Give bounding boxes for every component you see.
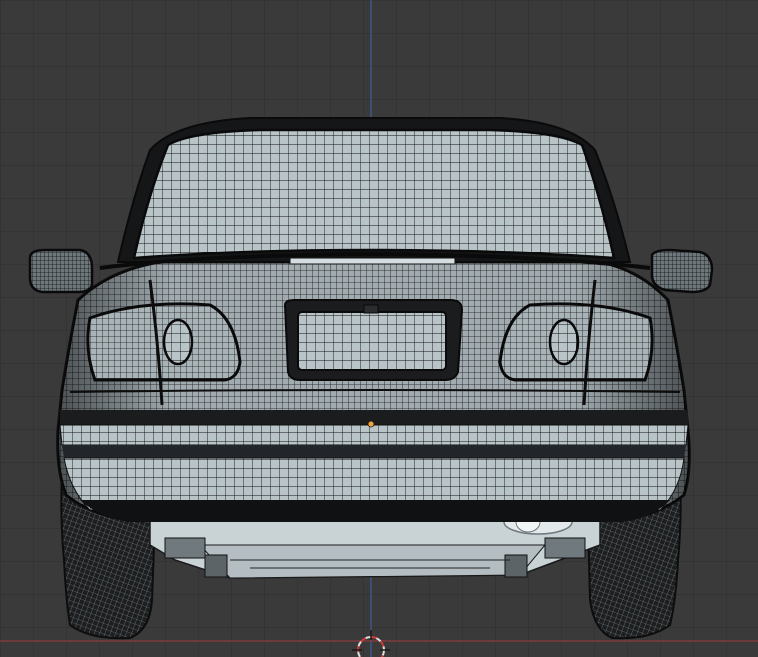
rear-bumper[interactable] (59, 410, 689, 522)
3d-viewport[interactable] (0, 0, 758, 657)
right-tail-light[interactable] (498, 302, 654, 382)
object-origin-icon[interactable] (367, 420, 375, 428)
left-tail-light[interactable] (86, 302, 242, 382)
license-plate-recess[interactable] (283, 299, 464, 381)
left-side-mirror[interactable] (28, 248, 94, 294)
rear-window[interactable] (132, 128, 616, 265)
right-side-mirror[interactable] (650, 248, 714, 294)
viewport-canvas[interactable] (0, 0, 758, 657)
